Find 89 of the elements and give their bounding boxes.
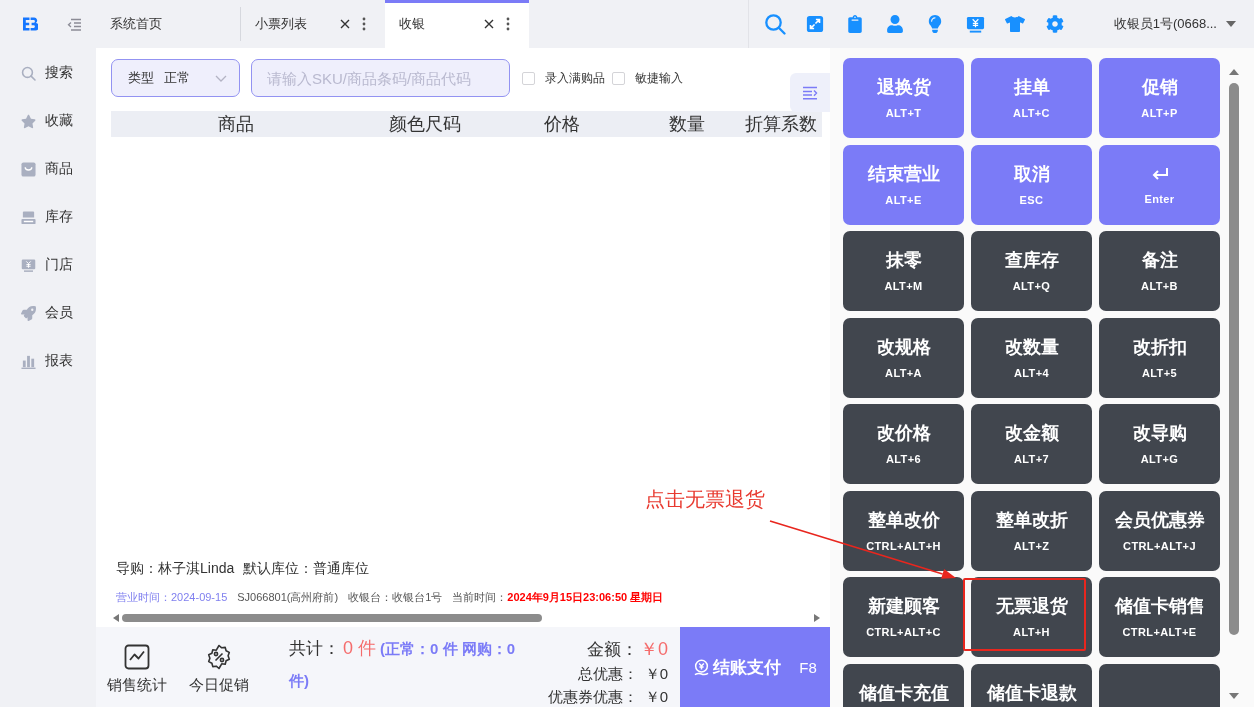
shortcut-button[interactable]: 新建顾客 CTRL+ALT+C [843, 577, 964, 657]
tab[interactable]: 小票列表 [241, 0, 385, 48]
checkbox-label: 录入满购品 [545, 69, 605, 87]
salesperson-text: 导购：林子淇Linda [116, 559, 235, 578]
scroll-down-icon[interactable] [1229, 693, 1239, 699]
menu-collapse-icon[interactable] [67, 17, 81, 31]
shirt-icon[interactable] [1005, 14, 1025, 34]
chevron-down-icon [215, 74, 227, 82]
monitor-icon[interactable] [965, 14, 985, 34]
coin-icon [693, 658, 711, 676]
amount-label: 金额： [587, 639, 638, 661]
sidebar-item[interactable]: 收藏 [0, 97, 96, 145]
search-icon [21, 65, 36, 81]
shortcut-button[interactable]: 改金额 ALT+7 [971, 404, 1092, 484]
default-location-text: 默认库位：普通库位 [243, 559, 370, 578]
search-icon[interactable] [764, 13, 786, 35]
store-text: SJ066801(高州府前) [237, 590, 339, 605]
shortcut-button[interactable]: 改规格 ALT+A [843, 317, 964, 398]
scroll-right-icon[interactable] [814, 614, 820, 622]
clipboard-icon[interactable] [846, 15, 864, 33]
user-icon[interactable] [886, 15, 904, 33]
discount-badge-icon [206, 644, 232, 670]
list-toggle-icon [802, 85, 818, 100]
checkbox-label: 敏捷输入 [635, 69, 683, 87]
register-text: 收银台：收银台1号 [348, 590, 443, 605]
scrollbar-thumb[interactable] [1229, 83, 1239, 635]
amount-value: ￥0 [640, 638, 668, 661]
column-header: 商品 [217, 113, 255, 136]
shortcut-button[interactable]: 改折扣 ALT+5 [1099, 317, 1220, 398]
logo-icon [22, 16, 38, 32]
rocket-icon [21, 305, 36, 321]
shortcut-button[interactable]: 改导购 ALT+G [1099, 404, 1220, 484]
drawer-icon [21, 209, 36, 225]
close-icon[interactable] [484, 19, 494, 29]
amount-label: 优惠券优惠： [548, 687, 638, 707]
column-header: 折算系数 [743, 113, 818, 136]
shortcut-button[interactable]: 改价格 ALT+6 [843, 404, 964, 484]
shortcut-button[interactable]: 无票退货 ALT+H [971, 577, 1092, 657]
bottom-action-button[interactable]: 销售统计 [106, 627, 168, 707]
shortcut-button[interactable]: 会员优惠券 CTRL+ALT+J [1099, 490, 1220, 571]
shortcut-button[interactable]: 储值卡销售 CTRL+ALT+E [1099, 577, 1220, 657]
amount-label: 总优惠： [578, 663, 638, 684]
sidebar-item[interactable]: 商品 [0, 145, 96, 193]
sidebar-item[interactable]: 搜索 [0, 49, 96, 97]
lightbulb-icon[interactable] [926, 15, 944, 33]
settings-icon[interactable] [1046, 15, 1064, 33]
shortcut-button[interactable]: 改数量 ALT+4 [971, 317, 1092, 398]
scroll-up-icon[interactable] [1229, 69, 1239, 75]
shortcut-button[interactable]: 整单改价 CTRL+ALT+H [843, 490, 964, 571]
column-header: 价格 [543, 113, 581, 136]
current-time-value: 2024年9月15日23:06:50 星期日 [507, 590, 664, 605]
caret-icon [1226, 21, 1236, 27]
shortcut-button[interactable]: 储值卡充值 [843, 663, 964, 707]
amount-value: ￥0 [644, 687, 668, 707]
monitor-icon [21, 257, 36, 273]
shortcut-button[interactable]: 整单改折 ALT+Z [971, 490, 1092, 571]
column-header: 数量 [668, 113, 706, 136]
expand-icon[interactable] [806, 15, 824, 33]
business-date-text: 营业时间：2024-09-15 [116, 590, 228, 605]
star-icon [21, 113, 36, 129]
scroll-left-icon[interactable] [113, 614, 119, 622]
shortcut-button[interactable]: 备注 ALT+B [1099, 231, 1220, 311]
sidebar-item[interactable]: 门店 [0, 241, 96, 289]
column-header: 颜色尺码 [387, 113, 462, 136]
checkbox[interactable] [612, 71, 625, 85]
panel-toggle-button[interactable] [790, 73, 830, 112]
tab[interactable]: 系统首页 [96, 0, 240, 48]
user-menu[interactable]: 收银员1号(0668... [1113, 15, 1254, 33]
shortcut-button[interactable]: 储值卡退款 [971, 663, 1092, 707]
more-icon[interactable] [362, 17, 366, 31]
line-chart-icon [124, 644, 150, 670]
checkbox[interactable] [522, 71, 535, 85]
sidebar-item[interactable]: 会员 [0, 289, 96, 337]
bag-icon [21, 161, 36, 177]
bar-chart-icon [21, 353, 36, 369]
type-select[interactable]: 类型 正常 [111, 59, 240, 97]
sidebar-item[interactable]: 报表 [0, 337, 96, 385]
close-icon[interactable] [340, 19, 350, 29]
current-time-label: 当前时间： [452, 590, 508, 605]
sidebar-item[interactable]: 库存 [0, 193, 96, 241]
shortcut-button[interactable]: 查库存 ALT+Q [971, 231, 1092, 311]
annotation-text: 点击无票退货 [645, 487, 765, 512]
scrollbar-thumb[interactable] [122, 614, 542, 622]
more-icon[interactable] [506, 17, 510, 31]
total-summary: 共计： 0 件 (正常：0 件 网购：0 件) [289, 637, 517, 691]
bottom-action-button[interactable]: 今日促销 [188, 627, 250, 707]
shortcut-button[interactable]: 抹零 ALT+M [843, 231, 964, 311]
tab[interactable]: 收银 [385, 0, 529, 48]
amount-value: ￥0 [644, 663, 668, 684]
